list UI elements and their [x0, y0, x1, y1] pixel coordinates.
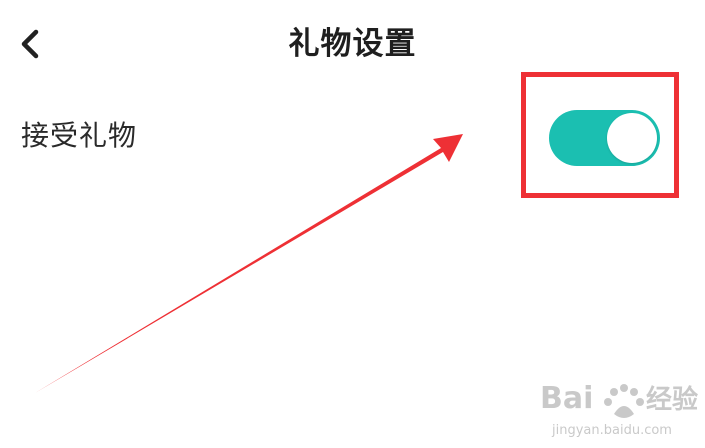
baidu-watermark-icon: Bai 经验 jingyan.baidu.com	[540, 381, 698, 438]
toggle-knob	[607, 113, 657, 163]
svg-text:经验: 经验	[646, 384, 698, 415]
page-title: 礼物设置	[288, 26, 417, 62]
watermark: Bai 经验 jingyan.baidu.com	[538, 368, 698, 440]
setting-label: 接受礼物	[21, 119, 138, 152]
setting-row-accept-gifts: 接受礼物	[0, 90, 705, 190]
svg-text:jingyan.baidu.com: jingyan.baidu.com	[551, 423, 672, 438]
accept-gifts-toggle[interactable]	[549, 110, 660, 166]
gift-settings-screen: 礼物设置 接受礼物 Bai 经验 jingyan.baidu.com	[0, 0, 705, 448]
header: 礼物设置	[0, 0, 705, 90]
svg-text:Bai: Bai	[540, 381, 593, 416]
